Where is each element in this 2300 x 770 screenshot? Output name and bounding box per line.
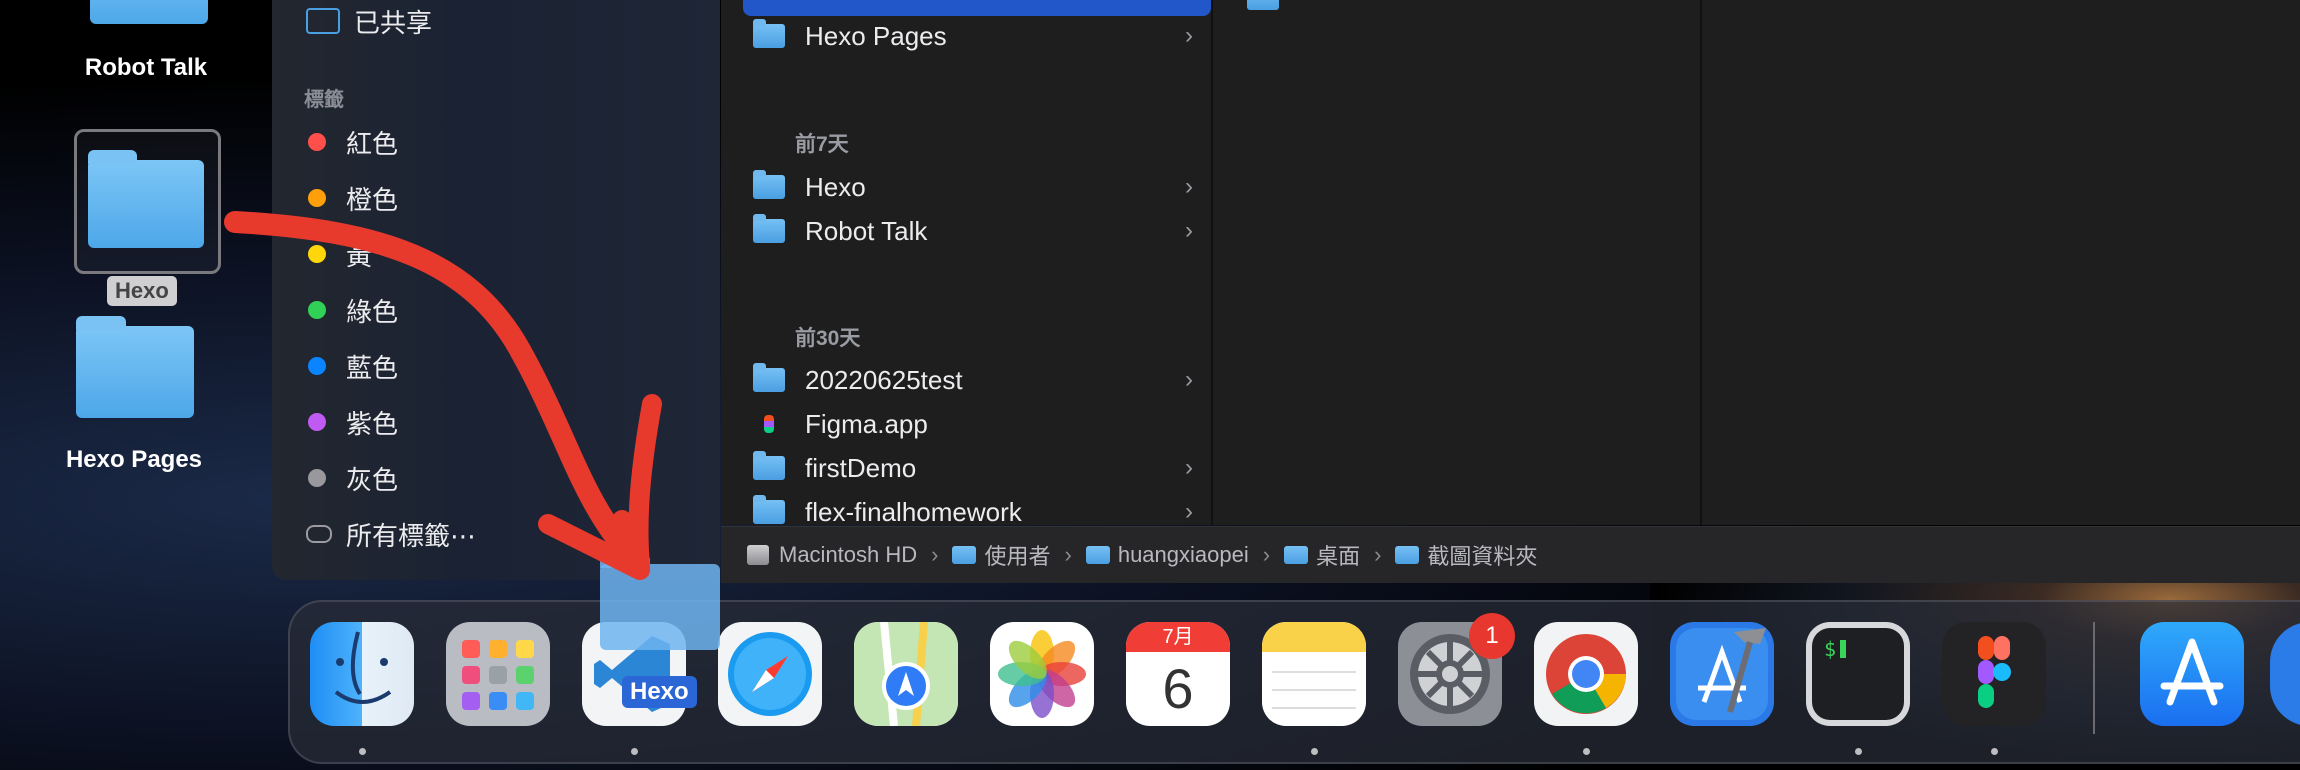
- annotation-arrow-icon: [224, 211, 662, 580]
